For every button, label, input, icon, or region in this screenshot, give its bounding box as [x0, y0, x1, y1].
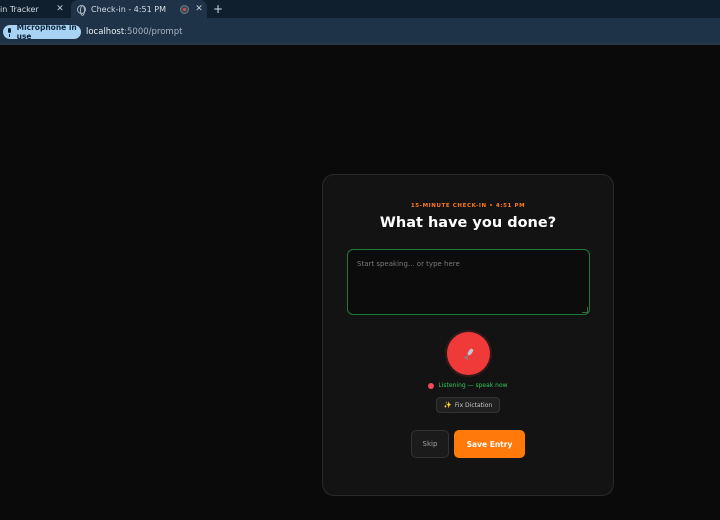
skip-button[interactable]: Skip [411, 430, 449, 458]
globe-icon [77, 4, 86, 16]
recording-indicator-icon[interactable] [178, 3, 190, 15]
microphone-in-use-chip[interactable]: Microphone in use [3, 23, 81, 41]
mic-chip-label: Microphone in use [16, 23, 77, 41]
url-path: :5000/prompt [124, 27, 183, 37]
listening-status: Listening — speak now [323, 382, 613, 389]
tab-title: in Tracker [0, 4, 39, 14]
check-in-kicker: 15-MINUTE CHECK-IN • 4:51 PM [410, 203, 526, 209]
url-field[interactable]: localhost:5000/prompt [86, 27, 182, 37]
sparkles-icon: ✨ [443, 401, 452, 409]
microphone-button[interactable] [447, 332, 490, 375]
close-icon[interactable]: ✕ [193, 3, 205, 15]
new-tab-button[interactable]: + [211, 2, 225, 16]
url-host: localhost [86, 27, 125, 37]
close-icon[interactable]: ✕ [54, 3, 66, 15]
fix-dictation-button[interactable]: ✨ Fix Dictation [436, 397, 500, 413]
tab-check-in[interactable]: Check-in - 4:51 PM ✕ [71, 0, 207, 18]
tab-tracker[interactable]: in Tracker ✕ [0, 0, 68, 18]
microphone-icon [6, 27, 13, 37]
save-entry-button[interactable]: Save Entry [454, 430, 525, 458]
page-title: What have you done? [379, 215, 557, 231]
resize-handle-icon[interactable] [582, 307, 588, 313]
fix-dictation-label: Fix Dictation [454, 401, 493, 409]
status-text: Listening — speak now [438, 382, 508, 389]
recording-dot-icon [428, 382, 435, 389]
check-in-card: 15-MINUTE CHECK-IN • 4:51 PM What have y… [322, 174, 614, 496]
tab-title: Check-in - 4:51 PM [91, 4, 166, 14]
entry-textarea[interactable] [347, 249, 590, 315]
microphone-icon [463, 348, 473, 360]
browser-tab-bar: in Tracker ✕ Check-in - 4:51 PM ✕ + [0, 0, 720, 18]
